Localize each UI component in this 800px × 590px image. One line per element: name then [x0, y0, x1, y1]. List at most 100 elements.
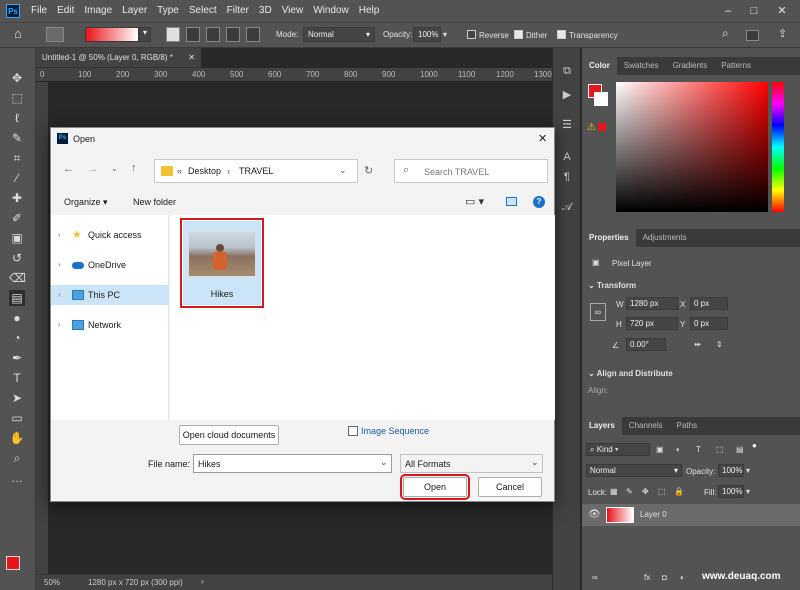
close-app-button[interactable]: ✕: [770, 0, 794, 22]
transparency-check-box[interactable]: [557, 30, 566, 39]
expand-arrow-icon[interactable]: ›: [58, 225, 61, 245]
new-folder-button[interactable]: New folder: [133, 197, 176, 207]
marquee-tool-icon[interactable]: ⬚: [9, 90, 25, 106]
lock-transparent-icon[interactable]: ▦: [610, 487, 618, 496]
file-name-input[interactable]: Hikes ⌄: [193, 454, 392, 473]
quick-select-tool-icon[interactable]: ✎: [9, 130, 25, 146]
fill-field[interactable]: 100%: [718, 485, 744, 498]
tab-gradients[interactable]: Gradients: [666, 57, 715, 75]
breadcrumb-desktop[interactable]: Desktop: [188, 166, 221, 176]
kind-filter[interactable]: ⌕ Kind ▾: [586, 443, 650, 456]
fill-dropdown[interactable]: ▾: [746, 487, 750, 496]
menu-help[interactable]: Help: [354, 0, 385, 22]
color-field[interactable]: [616, 82, 768, 212]
tab-patterns[interactable]: Patterns: [714, 57, 758, 75]
paragraph-panel-icon[interactable]: ¶: [560, 170, 574, 184]
preset-icon[interactable]: [46, 27, 64, 42]
file-format-select[interactable]: All Formats ⌄: [400, 454, 543, 473]
workspace-icon[interactable]: [746, 30, 759, 41]
preview-pane-icon[interactable]: [506, 197, 517, 206]
search-box[interactable]: ⌕ Search TRAVEL: [394, 159, 548, 183]
format-dropdown-icon[interactable]: ⌄: [531, 457, 539, 468]
menu-view[interactable]: View: [277, 0, 309, 22]
move-tool-icon[interactable]: ✥: [9, 70, 25, 86]
opacity-dropdown[interactable]: ▾: [443, 30, 447, 39]
minimize-button[interactable]: –: [716, 0, 740, 22]
lock-image-icon[interactable]: ✎: [626, 487, 633, 496]
more-tools-icon[interactable]: …: [9, 470, 25, 486]
gradient-tool-icon[interactable]: ▤: [9, 290, 25, 306]
shape-tool-icon[interactable]: ▭: [9, 410, 25, 426]
height-field[interactable]: 720 px: [626, 317, 678, 330]
refresh-icon[interactable]: ↻: [364, 164, 373, 177]
smart-object-filter-icon[interactable]: ▤: [736, 445, 744, 454]
menu-select[interactable]: Select: [184, 0, 222, 22]
reflected-gradient-icon[interactable]: [226, 27, 240, 42]
hand-tool-icon[interactable]: ✋: [9, 430, 25, 446]
lock-position-icon[interactable]: ✥: [642, 487, 649, 496]
layer-opacity-dropdown[interactable]: ▾: [746, 466, 750, 475]
foreground-color-swatch[interactable]: [6, 556, 20, 570]
menu-filter[interactable]: Filter: [222, 0, 254, 22]
up-arrow-icon[interactable]: ↑: [131, 162, 137, 174]
history-panel-icon[interactable]: ⧉: [560, 64, 574, 78]
width-field[interactable]: 1280 px: [626, 297, 678, 310]
tab-swatches[interactable]: Swatches: [617, 57, 666, 75]
nav-onedrive[interactable]: › OneDrive: [51, 255, 169, 275]
recent-locations-icon[interactable]: ⌄: [111, 164, 118, 173]
address-overflow[interactable]: «: [177, 166, 182, 176]
nav-quick-access[interactable]: › ★ Quick access: [51, 225, 169, 245]
radial-gradient-icon[interactable]: [186, 27, 200, 42]
history-brush-tool-icon[interactable]: ↺: [9, 250, 25, 266]
open-cloud-documents-button[interactable]: Open cloud documents: [179, 425, 279, 445]
pen-tool-icon[interactable]: ✒: [9, 350, 25, 366]
hue-slider[interactable]: [772, 82, 784, 212]
nav-network[interactable]: › Network: [51, 315, 169, 335]
filter-toggle-icon[interactable]: ●: [752, 441, 757, 450]
link-icon[interactable]: ∞: [590, 303, 606, 321]
tab-channels[interactable]: Channels: [622, 417, 670, 435]
linear-gradient-icon[interactable]: [166, 27, 180, 42]
image-sequence-checkbox[interactable]: [348, 426, 358, 436]
y-field[interactable]: 0 px: [690, 317, 728, 330]
path-select-tool-icon[interactable]: ➤: [9, 390, 25, 406]
document-tab[interactable]: Untitled-1 @ 50% (Layer 0, RGB/8) * ✕: [36, 48, 201, 68]
healing-brush-tool-icon[interactable]: ✚: [9, 190, 25, 206]
menu-file[interactable]: File: [26, 0, 52, 22]
crop-tool-icon[interactable]: ⌗: [9, 150, 25, 166]
lock-artboard-icon[interactable]: ⬚: [658, 487, 666, 496]
transparency-checkbox[interactable]: Transparency: [557, 30, 618, 40]
organize-button[interactable]: Organize ▾: [64, 197, 108, 208]
address-dropdown-icon[interactable]: ⌄: [339, 165, 347, 176]
menu-type[interactable]: Type: [152, 0, 184, 22]
tab-properties[interactable]: Properties: [582, 229, 636, 247]
align-section-header[interactable]: ⌄ Align and Distribute: [588, 369, 673, 378]
gradient-preview[interactable]: [85, 27, 139, 42]
home-icon[interactable]: ⌂: [14, 26, 22, 41]
menu-3d[interactable]: 3D: [254, 0, 277, 22]
glyphs-panel-icon[interactable]: 𝒜: [560, 200, 574, 214]
back-arrow-icon[interactable]: ←: [63, 163, 74, 175]
reverse-checkbox[interactable]: Reverse: [467, 30, 509, 40]
status-arrow-icon[interactable]: ›: [201, 577, 204, 586]
gradient-dropdown[interactable]: ▾: [139, 27, 151, 42]
adjustments-panel-icon[interactable]: ☰: [560, 118, 574, 132]
breadcrumb-travel[interactable]: TRAVEL: [239, 166, 273, 176]
type-filter-icon[interactable]: T: [696, 445, 701, 454]
panel-background-swatch[interactable]: [594, 92, 608, 106]
dither-check-box[interactable]: [514, 30, 523, 39]
expand-arrow-icon[interactable]: ›: [58, 255, 61, 275]
blend-mode-select[interactable]: Normal ▾: [586, 464, 682, 477]
share-icon[interactable]: ⇪: [778, 27, 787, 40]
nav-this-pc[interactable]: › This PC: [51, 285, 169, 305]
menu-window[interactable]: Window: [308, 0, 354, 22]
actions-panel-icon[interactable]: ▶: [560, 88, 574, 102]
pixel-filter-icon[interactable]: ▣: [656, 445, 664, 454]
address-bar[interactable]: « Desktop › TRAVEL ⌄: [154, 159, 358, 183]
dither-checkbox[interactable]: Dither: [514, 30, 547, 40]
tab-paths[interactable]: Paths: [670, 417, 704, 435]
diamond-gradient-icon[interactable]: [246, 27, 260, 42]
visibility-eye-icon[interactable]: 👁: [588, 509, 601, 520]
help-icon[interactable]: ?: [533, 196, 545, 208]
file-name-dropdown-icon[interactable]: ⌄: [380, 457, 388, 468]
